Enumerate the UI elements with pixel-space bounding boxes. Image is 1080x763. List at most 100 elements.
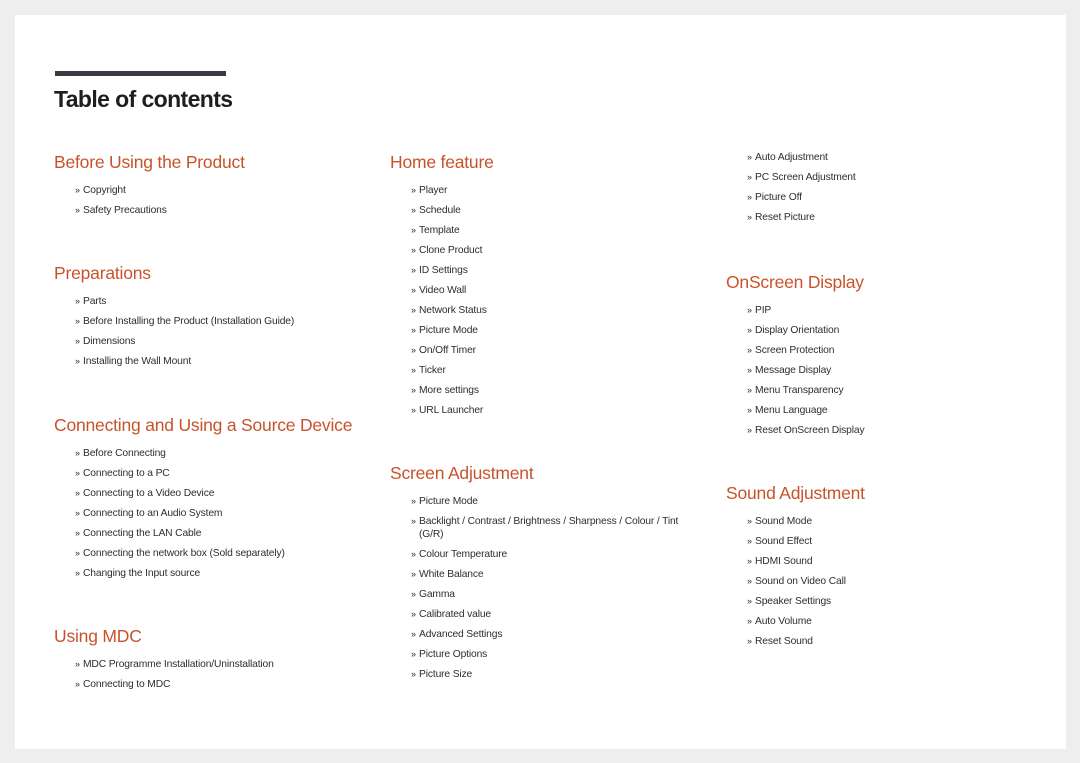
bullet-icon: » (411, 669, 416, 679)
toc-entry[interactable]: » Connecting to MDC (75, 678, 274, 691)
toc-entry[interactable]: » Picture Off (747, 191, 856, 204)
toc-entry[interactable]: » Schedule (411, 204, 494, 217)
toc-entry[interactable]: » Template (411, 224, 494, 237)
bullet-icon: » (75, 548, 80, 558)
toc-list: » Parts » Before Installing the Product (In… (54, 295, 294, 368)
toc-entry[interactable]: » More settings (411, 384, 494, 397)
bullet-icon: » (75, 185, 80, 195)
bullet-icon: » (411, 225, 416, 235)
toc-entry[interactable]: » Picture Options (411, 648, 694, 661)
toc-entry-label: Backlight / Contrast / Brightness / Shar… (419, 516, 679, 540)
toc-entry[interactable]: » Sound Effect (747, 535, 865, 548)
toc-entry[interactable]: » Installing the Wall Mount (75, 355, 294, 368)
toc-entry[interactable]: » Connecting the network box (Sold separa… (75, 547, 352, 560)
toc-entry[interactable]: » MDC Programme Installation/Uninstallati… (75, 658, 274, 671)
bullet-icon: » (411, 205, 416, 215)
section-heading[interactable]: Before Using the Product (54, 151, 245, 173)
toc-entry-label: Clone Product (419, 245, 483, 256)
toc-entry[interactable]: » PIP (747, 304, 864, 317)
section-heading[interactable]: Home feature (390, 151, 494, 173)
bullet-icon: » (747, 212, 752, 222)
toc-entry[interactable]: » Reset OnScreen Display (747, 424, 865, 437)
toc-entry-label: Colour Temperature (419, 549, 508, 560)
toc-entry[interactable]: » Colour Temperature (411, 548, 694, 561)
toc-entry[interactable]: » URL Launcher (411, 404, 494, 417)
toc-entry[interactable]: » Picture Size (411, 668, 694, 681)
section-heading[interactable]: Connecting and Using a Source Device (54, 414, 352, 436)
bullet-icon: » (411, 629, 416, 639)
bullet-icon: » (411, 649, 416, 659)
toc-entry[interactable]: » Connecting the LAN Cable (75, 527, 352, 540)
toc-entry[interactable]: » Message Display (747, 364, 864, 377)
toc-entry[interactable]: » Auto Adjustment (747, 151, 856, 164)
toc-entry[interactable]: » Dimensions (75, 335, 294, 348)
toc-entry[interactable]: » Backlight / Contrast / Brightness / Sha… (411, 515, 694, 541)
toc-entry[interactable]: » Picture Mode (411, 495, 694, 508)
toc-entry[interactable]: » Picture Mode (411, 324, 494, 337)
toc-entry[interactable]: » Screen Protection (747, 344, 864, 357)
toc-entry-label: More settings (419, 385, 479, 396)
toc-entry[interactable]: » Network Status (411, 304, 494, 317)
bullet-icon: » (75, 679, 80, 689)
section-heading[interactable]: Using MDC (54, 625, 274, 647)
toc-entry[interactable]: » Changing the Input source (75, 567, 352, 580)
toc-entry[interactable]: » Reset Picture (747, 211, 856, 224)
bullet-icon: » (747, 536, 752, 546)
toc-entry-label: Connecting to an Audio System (83, 508, 223, 519)
toc-entry-label: Connecting to a Video Device (83, 488, 215, 499)
toc-entry-label: Auto Volume (755, 616, 812, 627)
toc-entry[interactable]: » Gamma (411, 588, 694, 601)
toc-entry[interactable]: » Sound Mode (747, 515, 865, 528)
section-heading[interactable]: Preparations (54, 262, 294, 284)
toc-entry-label: Screen Protection (755, 345, 835, 356)
bullet-icon: » (747, 636, 752, 646)
toc-entry[interactable]: » Copyright (75, 184, 245, 197)
section-heading[interactable]: Sound Adjustment (726, 482, 865, 504)
toc-entry-label: Sound Mode (755, 516, 812, 527)
toc-entry[interactable]: » ID Settings (411, 264, 494, 277)
toc-list: » Before Connecting» Connecting to a PC» Co… (54, 447, 352, 580)
toc-entry-label: Picture Mode (419, 496, 478, 507)
toc-entry[interactable]: » Video Wall (411, 284, 494, 297)
toc-entry[interactable]: » Before Connecting (75, 447, 352, 460)
toc-entry[interactable]: » Connecting to an Audio System (75, 507, 352, 520)
toc-entry[interactable]: » PC Screen Adjustment (747, 171, 856, 184)
bullet-icon: » (747, 385, 752, 395)
toc-entry[interactable]: » Menu Language (747, 404, 864, 417)
toc-entry[interactable]: » Ticker (411, 364, 494, 377)
toc-entry[interactable]: » Reset Sound (747, 635, 865, 648)
bullet-icon: » (747, 345, 752, 355)
toc-entry[interactable]: » Clone Product (411, 244, 494, 257)
toc-entry[interactable]: » Before Installing the Product (Installa… (75, 315, 294, 328)
toc-entry-label: Menu Language (755, 405, 828, 416)
toc-entry[interactable]: » On/Off Timer (411, 344, 494, 357)
toc-entry-label: Connecting to a PC (83, 468, 170, 479)
toc-entry[interactable]: » Connecting to a Video Device (75, 487, 352, 500)
toc-entry[interactable]: » Calibrated value (411, 608, 694, 621)
toc-list: » Player» Schedule» Template» Clone Product»… (390, 184, 494, 417)
toc-entry-label: Picture Off (755, 192, 802, 203)
toc-entry-label: Sound on Video Call (755, 576, 846, 587)
bullet-icon: » (747, 172, 752, 182)
toc-entry-label: Reset Picture (755, 212, 815, 223)
toc-entry[interactable]: » Connecting to a PC (75, 467, 352, 480)
section-heading[interactable]: OnScreen Display (726, 271, 864, 293)
toc-entry-label: Safety Precautions (83, 205, 167, 216)
toc-entry[interactable]: » Safety Precautions (75, 204, 245, 217)
toc-entry-label: Calibrated value (419, 609, 492, 620)
toc-entry[interactable]: » Display Orientation (747, 324, 864, 337)
toc-entry[interactable]: » Auto Volume (747, 615, 865, 628)
section-heading[interactable]: Screen Adjustment (390, 462, 694, 484)
toc-entry[interactable]: » Player (411, 184, 494, 197)
toc-entry[interactable]: » HDMI Sound (747, 555, 865, 568)
toc-entry[interactable]: » Menu Transparency (747, 384, 864, 397)
toc-entry[interactable]: » Sound on Video Call (747, 575, 865, 588)
toc-entry-label: Sound Effect (755, 536, 812, 547)
toc-entry[interactable]: » Advanced Settings (411, 628, 694, 641)
toc-entry[interactable]: » White Balance (411, 568, 694, 581)
toc-entry[interactable]: » Speaker Settings (747, 595, 865, 608)
toc-entry[interactable]: » Parts (75, 295, 294, 308)
toc-list: » Picture Mode» Backlight / Contrast / Bri… (390, 495, 694, 681)
bullet-icon: » (75, 336, 80, 346)
bullet-icon: » (411, 325, 416, 335)
